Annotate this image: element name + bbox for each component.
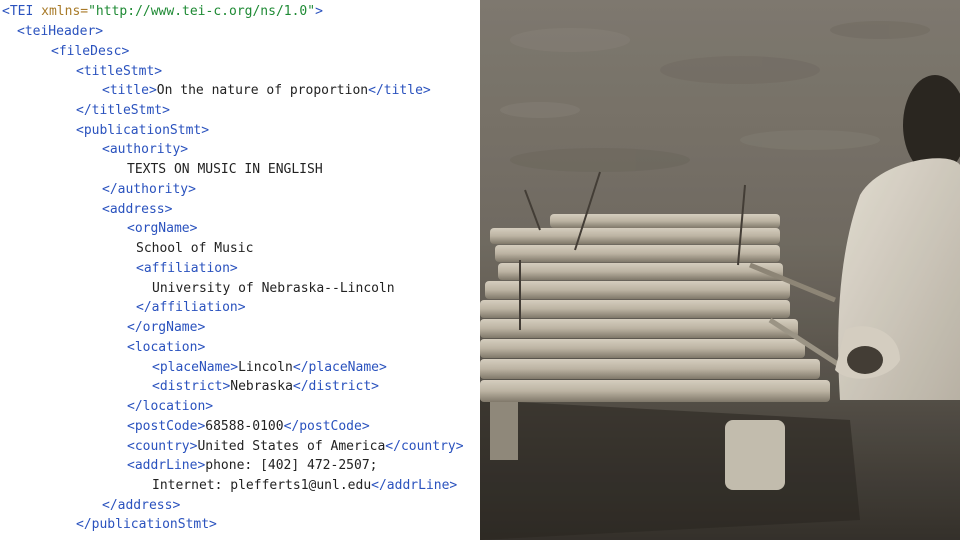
district-text: Nebraska	[230, 379, 293, 394]
tag-titlestmt-close: </titleStmt>	[76, 103, 170, 118]
code-line-titlestmt-open: <titleStmt>	[76, 64, 162, 80]
tag-authority-open: <authority>	[102, 142, 189, 157]
tag-authority-close: </authority>	[102, 182, 196, 197]
orgname-text: School of Music	[136, 241, 254, 256]
code-line-filedesc: <fileDesc>	[51, 44, 129, 60]
tag-addrline-close: </addrLine>	[371, 478, 458, 493]
code-line-authority-text: TEXTS ON MUSIC IN ENGLISH	[127, 162, 323, 178]
tag-publicationstmt-open: <publicationStmt>	[76, 123, 210, 138]
code-line-affiliation-close: </affiliation>	[136, 300, 246, 316]
code-line-location-open: <location>	[127, 340, 205, 356]
sepia-tint	[480, 0, 960, 540]
tag-affiliation-close: </affiliation>	[136, 300, 246, 315]
addrline-text-phone: phone: [402] 472-2507;	[205, 458, 378, 473]
code-line-title: <title>On the nature of proportion</titl…	[102, 83, 431, 99]
code-line-authority-close: </authority>	[102, 182, 196, 198]
tag-location-close: </location>	[127, 399, 214, 414]
xylophone-illustration	[480, 0, 960, 540]
country-text: United States of America	[197, 439, 386, 454]
tag-teiheader-open: <teiHeader>	[17, 24, 104, 39]
tag-affiliation-open: <affiliation>	[136, 261, 238, 276]
title-text: On the nature of proportion	[156, 83, 369, 98]
tag-placename-open: <placeName>	[152, 360, 239, 375]
code-listing: <TEI xmlns="http://www.tei-c.org/ns/1.0"…	[0, 0, 480, 540]
tag-postcode-open: <postCode>	[127, 419, 206, 434]
code-line-district: <district>Nebraska</district>	[152, 379, 379, 395]
code-line-orgname-open: <orgName>	[127, 221, 197, 237]
code-line-orgname-text: School of Music	[136, 241, 253, 257]
code-line-placename: <placeName>Lincoln</placeName>	[152, 360, 387, 376]
tag-tei-open: <TEI	[2, 4, 34, 19]
attribute-xmlns: xmlns=	[41, 4, 89, 19]
tag-orgname-open: <orgName>	[127, 221, 198, 236]
code-line-address-open: <address>	[102, 202, 172, 218]
code-line-titlestmt-close: </titleStmt>	[76, 103, 170, 119]
slide: <TEI xmlns="http://www.tei-c.org/ns/1.0"…	[0, 0, 960, 540]
xylophone-photo	[480, 0, 960, 540]
code-line-affiliation-text: University of Nebraska--Lincoln	[152, 281, 395, 297]
tag-tei-bracket: >	[315, 4, 323, 19]
tag-publicationstmt-close: </publicationStmt>	[76, 517, 217, 532]
code-line-teiheader: <teiHeader>	[17, 24, 103, 40]
tag-country-close: </country>	[385, 439, 464, 454]
authority-text: TEXTS ON MUSIC IN ENGLISH	[127, 162, 323, 177]
tag-country-open: <country>	[127, 439, 198, 454]
code-line-location-close: </location>	[127, 399, 213, 415]
addrline-text-internet: Internet: plefferts1@unl.edu	[152, 478, 372, 493]
code-line-authority-open: <authority>	[102, 142, 188, 158]
tag-address-close: </address>	[102, 498, 181, 513]
code-line-orgname-close: </orgName>	[127, 320, 205, 336]
affiliation-text: University of Nebraska--Lincoln	[152, 281, 395, 296]
tag-placename-close: </placeName>	[292, 360, 387, 375]
tag-district-close: </district>	[292, 379, 379, 394]
tag-address-open: <address>	[102, 202, 173, 217]
tag-postcode-close: </postCode>	[283, 419, 370, 434]
code-line-publicationstmt-close: </publicationStmt>	[76, 517, 217, 533]
tag-filedesc-open: <fileDesc>	[51, 44, 130, 59]
tag-title-close: </title>	[368, 83, 431, 98]
tag-location-open: <location>	[127, 340, 206, 355]
tag-title-open: <title>	[102, 83, 157, 98]
code-line-tei: <TEI xmlns="http://www.tei-c.org/ns/1.0"…	[2, 4, 323, 20]
postcode-text: 68588-0100	[205, 419, 284, 434]
namespace-value: "http://www.tei-c.org/ns/1.0"	[88, 4, 316, 19]
tag-orgname-close: </orgName>	[127, 320, 206, 335]
tag-addrline-open: <addrLine>	[127, 458, 206, 473]
code-line-postcode: <postCode>68588-0100</postCode>	[127, 419, 370, 435]
code-line-affiliation-open: <affiliation>	[136, 261, 238, 277]
code-line-address-close: </address>	[102, 498, 180, 514]
tag-titlestmt-open: <titleStmt>	[76, 64, 163, 79]
code-line-country: <country>United States of America</count…	[127, 439, 464, 455]
placename-text: Lincoln	[238, 360, 293, 375]
tag-district-open: <district>	[152, 379, 231, 394]
code-line-addrline-internet: Internet: plefferts1@unl.edu</addrLine>	[152, 478, 457, 494]
code-line-publicationstmt-open: <publicationStmt>	[76, 123, 209, 139]
code-line-addrline: <addrLine>phone: [402] 472-2507;	[127, 458, 377, 474]
